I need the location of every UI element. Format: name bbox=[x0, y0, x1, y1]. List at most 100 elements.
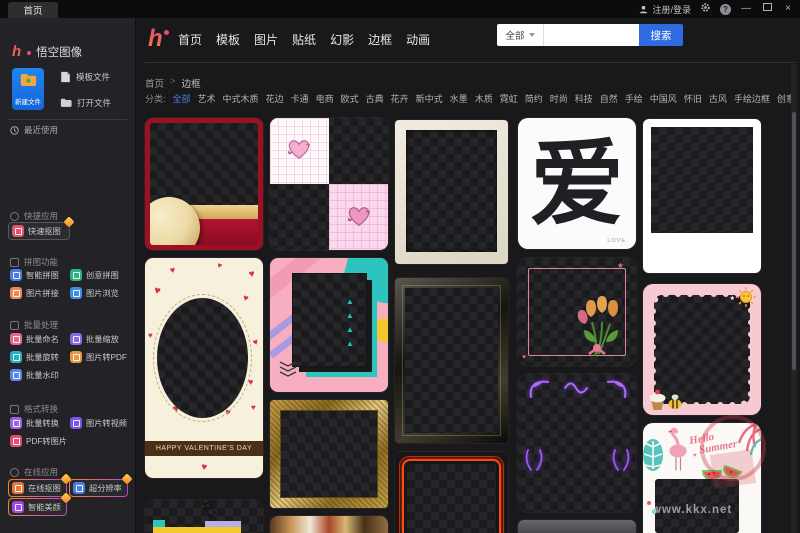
frame-thumb-memphis[interactable]: ▲ ▲ ▲ ▲ bbox=[270, 258, 388, 392]
frame-thumb-pink-scallop[interactable]: ★ bbox=[643, 284, 761, 415]
settings-icon[interactable] bbox=[700, 0, 711, 18]
nav-tab-home[interactable]: 首页 bbox=[178, 31, 202, 48]
sidebar-item-image-to-video[interactable]: 图片转视频 bbox=[70, 417, 127, 429]
section-title: 格式转换 bbox=[24, 403, 58, 415]
filter-item[interactable]: 手绘 bbox=[625, 92, 643, 105]
sidebar-item-image-stitch[interactable]: 图片拼接 bbox=[10, 287, 59, 299]
titlebar: 首页 注册/登录 ? — × bbox=[0, 0, 800, 18]
filter-item[interactable]: 新中式 bbox=[416, 92, 443, 105]
heart-icon: ♥ bbox=[200, 463, 208, 474]
nav-tab-animation[interactable]: 动画 bbox=[406, 31, 430, 48]
search-button[interactable]: 搜索 bbox=[639, 24, 683, 46]
sidebar-item-pdf-to-image[interactable]: PDF转图片 bbox=[10, 435, 67, 447]
filter-item[interactable]: 古典 bbox=[366, 92, 384, 105]
app-window: 首页 注册/登录 ? — × h 悟空图像 新建文件 bbox=[0, 0, 800, 533]
sidebar-item-super-resolution[interactable]: 超分辨率 bbox=[69, 479, 128, 497]
sidebar-item-online-cutout[interactable]: 在线抠图 bbox=[8, 479, 67, 497]
frame-thumb-love-cutout[interactable]: 爱 LOVE bbox=[518, 118, 636, 249]
heart-icon: ♥ bbox=[693, 453, 697, 459]
scrollbar-thumb[interactable] bbox=[792, 112, 796, 370]
filter-item[interactable]: 木质 bbox=[475, 92, 493, 105]
new-file-button[interactable]: 新建文件 bbox=[12, 68, 44, 110]
frame-thumb-cream-polaroid[interactable] bbox=[395, 120, 508, 264]
filter-item[interactable]: 时尚 bbox=[550, 92, 568, 105]
batch-watermark-icon bbox=[10, 369, 22, 381]
filter-item[interactable]: 卡通 bbox=[291, 92, 309, 105]
sidebar-item-quick-cutout[interactable]: 快速抠图 bbox=[8, 222, 70, 240]
brand-logo-dot-icon bbox=[164, 30, 169, 35]
filter-item[interactable]: 怀旧 bbox=[684, 92, 702, 105]
new-file-label: 新建文件 bbox=[15, 96, 41, 106]
batch-rename-icon bbox=[10, 333, 22, 345]
filter-item[interactable]: 电商 bbox=[316, 92, 334, 105]
filter-item[interactable]: 古风 bbox=[709, 92, 727, 105]
filter-item[interactable]: 花边 bbox=[266, 92, 284, 105]
sidebar-item-image-to-pdf[interactable]: 图片转PDF bbox=[70, 351, 127, 363]
nav-tab-borders[interactable]: 边框 bbox=[368, 31, 392, 48]
filter-item[interactable]: 科技 bbox=[575, 92, 593, 105]
sidebar-item-label: 批量命名 bbox=[26, 333, 59, 345]
nav-tab-phantom[interactable]: 幻影 bbox=[330, 31, 354, 48]
filter-item[interactable]: 中式木质 bbox=[223, 92, 259, 105]
sidebar-item-smart-collage[interactable]: 智能拼图 bbox=[10, 269, 59, 281]
frame-thumb-checker-hearts[interactable] bbox=[270, 118, 388, 250]
frame-thumb-2021[interactable]: 2021 bbox=[145, 500, 263, 533]
frame-thumb-purple-electric[interactable] bbox=[518, 374, 636, 512]
filter-item[interactable]: 欧式 bbox=[341, 92, 359, 105]
sidebar-item-creative-collage[interactable]: 创意拼图 bbox=[70, 269, 119, 281]
filter-item[interactable]: 艺术 bbox=[198, 92, 216, 105]
help-icon[interactable]: ? bbox=[720, 4, 731, 15]
filter-item[interactable]: 花卉 bbox=[391, 92, 409, 105]
sidebar-item-label: 在线抠图 bbox=[28, 482, 61, 494]
maximize-button[interactable] bbox=[761, 0, 773, 18]
sidebar-item-batch-rotate[interactable]: 批量旋转 bbox=[10, 351, 59, 363]
filter-item[interactable]: 自然 bbox=[600, 92, 618, 105]
sidebar-item-batch-rename[interactable]: 批量命名 bbox=[10, 333, 59, 345]
minimize-button[interactable]: — bbox=[740, 0, 752, 18]
search-input[interactable] bbox=[544, 24, 639, 46]
filter-item[interactable]: 简约 bbox=[525, 92, 543, 105]
template-file-button[interactable]: 模板文件 bbox=[60, 71, 110, 83]
sidebar-item-smart-beauty[interactable]: 智能美颜 bbox=[8, 498, 67, 516]
breadcrumb-root[interactable]: 首页 bbox=[145, 76, 164, 90]
photo-circle-border bbox=[153, 294, 252, 422]
format-convert-icon bbox=[10, 405, 19, 414]
nav-tab-stickers[interactable]: 贴纸 bbox=[292, 31, 316, 48]
window-tab-label: 首页 bbox=[23, 3, 42, 17]
nav-tab-images[interactable]: 图片 bbox=[254, 31, 278, 48]
main-logo[interactable]: h bbox=[148, 25, 169, 53]
dot-decor bbox=[647, 501, 651, 505]
frame-thumb-orange-neon[interactable] bbox=[395, 452, 508, 533]
scrollbar-track[interactable] bbox=[791, 64, 797, 533]
filter-item[interactable]: 中国风 bbox=[650, 92, 677, 105]
frame-thumb-gray[interactable] bbox=[518, 520, 636, 533]
heart-icon: ♥ bbox=[148, 332, 153, 340]
window-tab-home[interactable]: 首页 bbox=[8, 2, 58, 18]
filter-item[interactable]: 霓虹 bbox=[500, 92, 518, 105]
nav-tab-templates[interactable]: 模板 bbox=[216, 31, 240, 48]
search-filter-value: 全部 bbox=[505, 28, 524, 42]
frame-thumb-white-polaroid[interactable] bbox=[643, 119, 761, 273]
filter-item-all[interactable]: 全部 bbox=[173, 92, 191, 105]
sidebar-item-batch-watermark[interactable]: 批量水印 bbox=[10, 369, 59, 381]
sidebar-item-label: PDF转图片 bbox=[26, 435, 67, 447]
filter-item[interactable]: 手绘边框 bbox=[734, 92, 770, 105]
sidebar-item-batch-scale[interactable]: 批量缩放 bbox=[70, 333, 119, 345]
frame-thumb-dark-glossy[interactable] bbox=[395, 278, 508, 443]
frame-thumb-painting[interactable] bbox=[270, 516, 388, 533]
close-button[interactable]: × bbox=[782, 0, 794, 18]
open-file-button[interactable]: 打开文件 bbox=[60, 97, 111, 109]
login-register-link[interactable]: 注册/登录 bbox=[639, 3, 691, 16]
frame-thumb-tulip[interactable]: ★ ♥ bbox=[518, 258, 636, 366]
watermark-url: www.kkx.net bbox=[652, 504, 732, 516]
frame-thumb-gold-ornate[interactable] bbox=[270, 400, 388, 508]
sidebar-item-image-browse[interactable]: 图片浏览 bbox=[70, 287, 119, 299]
photo-slot bbox=[157, 298, 248, 418]
sidebar-item-batch-convert[interactable]: 批量转换 bbox=[10, 417, 59, 429]
frame-thumb-valentine[interactable]: ♥ ♥ ♥ ♥ ♥ ♥ ♥ ♥ ♥ ♥ ♥ ♥ HAPPY VALENTINE'… bbox=[145, 258, 263, 478]
section-batch: 批量处理 bbox=[10, 319, 58, 331]
frame-thumb-red-gold[interactable] bbox=[145, 118, 263, 250]
open-file-label: 打开文件 bbox=[77, 97, 111, 109]
filter-item[interactable]: 水墨 bbox=[450, 92, 468, 105]
search-filter-select[interactable]: 全部 bbox=[497, 24, 544, 46]
